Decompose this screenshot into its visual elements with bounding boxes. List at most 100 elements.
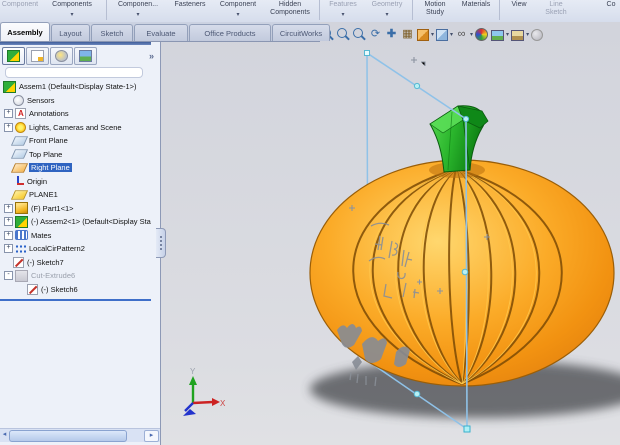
feature-manager-panel: » Assem1 (Default<Display State-1>) Sens…: [0, 41, 161, 445]
tab-circuitworks[interactable]: CircuitWorks: [272, 24, 330, 41]
tree-item-part1[interactable]: + (F) Part1<1>: [0, 202, 160, 216]
expand-box[interactable]: +: [4, 244, 13, 254]
tree-item-sensors[interactable]: Sensors: [0, 94, 160, 108]
tree-item-assem1[interactable]: Assem1 (Default<Display State-1>): [0, 80, 160, 94]
tab-sketch[interactable]: Sketch: [91, 24, 133, 41]
expand-box[interactable]: +: [4, 217, 13, 227]
expand-box[interactable]: +: [4, 230, 13, 240]
part-icon: [15, 202, 28, 215]
hide-show-items-icon[interactable]: ∞: [455, 28, 468, 41]
sketch-icon: [13, 256, 24, 268]
tree-item-mates[interactable]: + Mates: [0, 229, 160, 243]
plane-gold-icon: [10, 190, 29, 200]
tree-item-localcirpattern2[interactable]: + LocalCirPattern2: [0, 242, 160, 256]
lights-icon: [15, 121, 26, 133]
ribbon-button-components[interactable]: Components ▾: [40, 0, 104, 22]
dropdown-caret-icon: ▾: [236, 12, 240, 18]
tab-layout[interactable]: Layout: [51, 24, 90, 41]
scrollbar-thumb[interactable]: [9, 430, 127, 442]
rotate-view-icon[interactable]: ⟳: [369, 28, 382, 41]
expand-box[interactable]: +: [4, 122, 13, 132]
tab-assembly[interactable]: Assembly: [0, 22, 50, 41]
dropdown-caret-icon[interactable]: ▾: [526, 31, 529, 38]
move-component-icon[interactable]: ▦: [401, 28, 414, 41]
tree-item-right-plane[interactable]: Right Plane: [0, 161, 160, 175]
tree-item-cut-extrude6[interactable]: - Cut-Extrude6: [0, 269, 160, 283]
panel-splitter-handle[interactable]: [156, 228, 166, 258]
ribbon-button-materials[interactable]: Materials: [455, 0, 497, 22]
scroll-left-arrow-icon[interactable]: ◂: [0, 430, 9, 440]
expand-box[interactable]: -: [4, 271, 13, 281]
configurationmanager-tab[interactable]: [50, 47, 73, 65]
tab-evaluate[interactable]: Evaluate: [134, 24, 188, 41]
zoom-in-out-icon[interactable]: [353, 27, 366, 41]
scroll-right-arrow-icon[interactable]: ▸: [144, 430, 159, 442]
tree-item-top-plane[interactable]: Top Plane: [0, 148, 160, 162]
ribbon-separator: [412, 0, 413, 20]
section-view-icon[interactable]: [417, 28, 429, 41]
tree-item-origin[interactable]: Origin: [0, 175, 160, 189]
assembly-icon: [3, 80, 16, 93]
dropdown-caret-icon[interactable]: ▾: [431, 31, 434, 38]
mates-icon: [15, 230, 28, 241]
view-orientation-icon[interactable]: [436, 28, 449, 41]
dropdown-caret-icon[interactable]: ▾: [450, 31, 453, 38]
tree-item-lights[interactable]: + Lights, Cameras and Scene: [0, 121, 160, 135]
ribbon-button-motion-study[interactable]: Motion Study: [415, 0, 455, 22]
dropdown-caret-icon[interactable]: ▾: [470, 31, 473, 38]
rollback-bar[interactable]: [0, 299, 151, 301]
ribbon-button-move-component[interactable]: Component ▾: [213, 0, 263, 22]
ribbon-button-component-pattern[interactable]: Componen... ▾: [109, 0, 167, 22]
ribbon-button-cut-off[interactable]: Co: [602, 0, 620, 22]
ribbon-button-fasteners[interactable]: Fasteners: [167, 0, 213, 22]
configurationmanager-icon: [55, 50, 68, 62]
ribbon-button-assembly-features[interactable]: Features ▾: [322, 0, 364, 22]
displaymanager-tab[interactable]: [74, 47, 97, 65]
view-settings-icon[interactable]: [511, 29, 525, 41]
ribbon-button-line-sketch[interactable]: Line Sketch: [536, 0, 576, 22]
triad-y-label: Y: [190, 367, 196, 376]
plane-icon: [10, 136, 29, 146]
expand-box[interactable]: +: [4, 203, 13, 213]
expand-box[interactable]: +: [4, 109, 13, 119]
tree-item-assem2[interactable]: + (-) Assem2<1> (Default<Display Sta: [0, 215, 160, 229]
sketch-icon: [27, 283, 38, 295]
dropdown-caret-icon: ▾: [70, 12, 74, 18]
dropdown-caret-icon: ▾: [341, 12, 345, 18]
propertymanager-tab[interactable]: [26, 47, 49, 65]
tree-filter-box[interactable]: [5, 67, 143, 78]
plane-selected-icon: [10, 163, 29, 173]
command-manager-ribbon: Component Components ▾ Componen... ▾ Faste…: [0, 0, 620, 23]
ribbon-button-hidden-components[interactable]: Hidden Components: [263, 0, 317, 22]
panel-horizontal-scrollbar[interactable]: ◂ ▸: [0, 428, 160, 442]
tree-item-annotations[interactable]: +Annotations: [0, 107, 160, 121]
featuremanager-tab[interactable]: [2, 47, 25, 65]
ribbon-button-view[interactable]: View: [502, 0, 536, 22]
heads-up-view-toolbar: ⟳ ✚ ▦ ▾ ▾ ∞ ▾ ▾ ▾: [321, 25, 544, 43]
edit-appearance-icon[interactable]: [475, 28, 489, 41]
dropdown-caret-icon[interactable]: ▾: [506, 31, 509, 38]
pattern-icon: [15, 243, 26, 254]
ribbon-separator: [499, 0, 500, 20]
tree-item-sketch6[interactable]: (-) Sketch6: [0, 283, 160, 297]
tree-item-front-plane[interactable]: Front Plane: [0, 134, 160, 148]
pan-icon[interactable]: ✚: [385, 28, 398, 41]
tab-office-products[interactable]: Office Products: [189, 24, 271, 41]
cut-extrude-icon: [15, 269, 28, 282]
graphics-area[interactable]: Y X: [160, 22, 620, 445]
featuremanager-tree-icon: [7, 50, 20, 62]
tree-item-plane1[interactable]: PLANE1: [0, 188, 160, 202]
panel-tab-bar: »: [2, 47, 158, 65]
dropdown-caret-icon: ▾: [385, 12, 389, 18]
displaymanager-icon: [79, 50, 92, 62]
tree-item-sketch7[interactable]: (-) Sketch7: [0, 256, 160, 270]
ribbon-button-reference-geometry[interactable]: Geometry ▾: [364, 0, 410, 22]
ribbon-separator: [106, 0, 107, 20]
annotations-icon: [15, 108, 26, 120]
panel-overflow-chevron[interactable]: »: [149, 51, 154, 61]
ribbon-button-insert-component[interactable]: Component: [0, 0, 40, 22]
solidworks-window: Component Components ▾ Componen... ▾ Faste…: [0, 0, 620, 445]
camera-disabled-icon: [531, 28, 544, 41]
zoom-to-area-icon[interactable]: [337, 27, 350, 41]
apply-scene-icon[interactable]: [491, 29, 505, 41]
